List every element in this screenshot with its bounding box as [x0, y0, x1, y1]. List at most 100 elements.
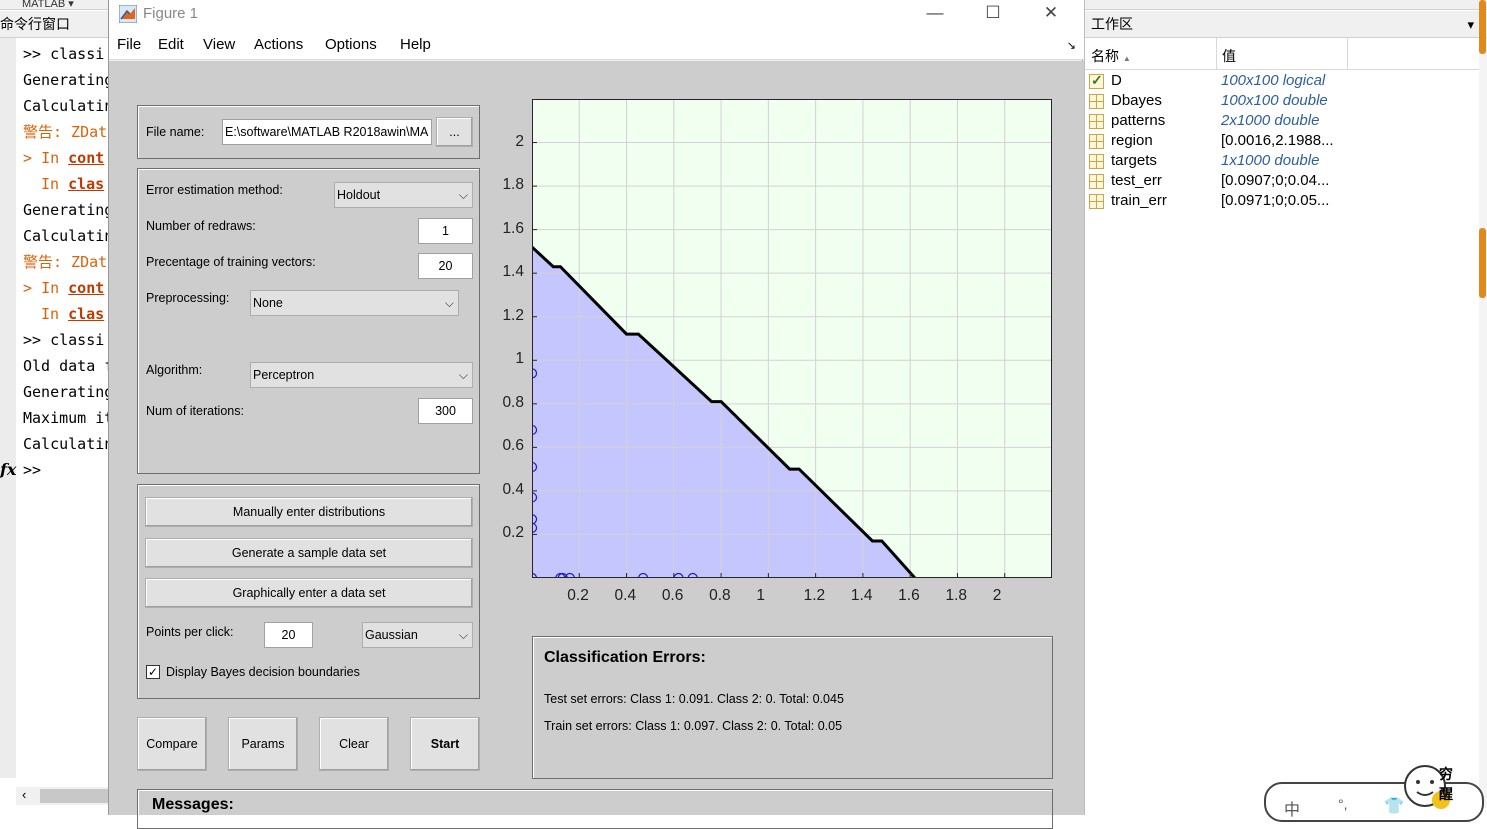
dock-icon[interactable]: ↘ — [1067, 39, 1076, 52]
start-button[interactable]: Start — [410, 717, 480, 771]
x-tick-label: 0.6 — [661, 587, 684, 604]
test-errors-text: Test set errors: Class 1: 0.091. Class 2… — [544, 692, 844, 706]
browse-button[interactable]: ... — [436, 117, 473, 147]
workspace-vertical-scrollbar[interactable] — [1479, 0, 1487, 808]
file-name-input[interactable]: E:\software\MATLAB R2018awin\MA — [222, 119, 432, 145]
command-line-link[interactable]: cont — [68, 149, 104, 167]
manual-distributions-button[interactable]: Manually enter distributions — [145, 497, 473, 527]
redraws-label: Number of redraws: — [146, 219, 256, 233]
file-panel: File name: E:\software\MATLAB R2018awin\… — [137, 105, 480, 159]
scroll-indicator-top[interactable] — [1479, 0, 1486, 54]
figure-menubar: File Edit View Actions Options Help ↘ — [109, 30, 1084, 60]
variable-name: region — [1111, 132, 1153, 149]
preprocessing-label: Preprocessing: — [146, 291, 230, 305]
command-line: Maximum it — [23, 409, 110, 427]
value-column-header[interactable]: 值 — [1222, 46, 1236, 66]
clear-button[interactable]: Clear — [319, 717, 389, 771]
close-button[interactable]: ✕ — [1028, 0, 1074, 30]
matrix-variable-icon — [1089, 134, 1104, 149]
command-line-link[interactable]: clas — [68, 305, 104, 323]
name-column-header[interactable]: 名称 ▲ — [1091, 46, 1131, 66]
workspace-row[interactable]: ✓ D 100x100 logical — [1085, 72, 1480, 92]
command-horizontal-scrollbar[interactable]: ‹ — [16, 787, 110, 805]
command-line[interactable]: > In cont — [23, 278, 110, 298]
scroll-indicator-middle[interactable] — [1479, 228, 1486, 298]
workspace-row[interactable]: region [0.0016,2.1988... — [1085, 132, 1480, 152]
checkmark-icon: ✓ — [147, 665, 159, 679]
expand-arrow-icon[interactable]: > — [23, 149, 32, 167]
command-line: Generating — [23, 383, 110, 401]
figure-window: Figure 1 — ☐ ✕ File Edit View Actions Op… — [108, 0, 1084, 829]
menu-edit[interactable]: Edit — [158, 36, 184, 53]
command-line: Generating — [23, 71, 110, 89]
distribution-select[interactable]: Gaussian ⌵ — [362, 622, 473, 648]
y-tick-label: 0.4 — [502, 480, 524, 498]
command-line-prefix: In — [41, 149, 69, 167]
menu-file[interactable]: File — [117, 36, 141, 53]
ime-punct-label[interactable]: °, — [1338, 796, 1348, 812]
iterations-input[interactable]: 300 — [418, 398, 473, 424]
y-tick-label: 1.8 — [502, 176, 524, 194]
points-per-click-input[interactable]: 20 — [264, 622, 313, 648]
x-tick-label: 1 — [756, 587, 765, 604]
x-tick-label: 1.2 — [803, 587, 826, 604]
chevron-down-icon: ⌵ — [458, 368, 468, 382]
bayes-checkbox[interactable]: ✓ — [146, 665, 160, 679]
command-window-header[interactable]: 命令行窗口 — [0, 11, 110, 38]
y-tick-label: 1.2 — [502, 306, 524, 324]
column-divider[interactable] — [1216, 38, 1217, 70]
x-tick-label: 0.2 — [567, 587, 589, 604]
command-line-link[interactable]: clas — [68, 175, 104, 193]
algorithm-select[interactable]: Perceptron ⌵ — [250, 362, 473, 388]
workspace-column-header: 名称 ▲ 值 — [1085, 38, 1480, 70]
minimize-button[interactable]: — — [912, 0, 958, 30]
matrix-variable-icon — [1089, 94, 1104, 109]
y-tick-label: 0.6 — [502, 437, 524, 455]
decision-plot[interactable] — [532, 99, 1052, 578]
menu-options[interactable]: Options — [325, 36, 377, 53]
ime-mascot[interactable]: 穷醒 — [1403, 760, 1455, 810]
logical-variable-icon: ✓ — [1089, 72, 1104, 89]
command-line[interactable]: > In cont — [23, 148, 110, 168]
training-percentage-input[interactable]: 20 — [418, 253, 473, 279]
scroll-thumb[interactable] — [40, 789, 110, 803]
ime-mode-label[interactable]: 中 — [1284, 796, 1300, 820]
compare-button[interactable]: Compare — [137, 717, 207, 771]
figure-titlebar[interactable]: Figure 1 — ☐ ✕ — [109, 0, 1084, 30]
fx-icon[interactable]: fx — [0, 460, 16, 479]
x-tick-label: 0.8 — [709, 587, 731, 604]
workspace-row[interactable]: test_err [0.0907;0;0.04... — [1085, 172, 1480, 192]
command-line[interactable]: In clas — [23, 174, 110, 194]
generate-dataset-button[interactable]: Generate a sample data set — [145, 538, 473, 568]
messages-panel: Messages: — [137, 789, 1053, 829]
workspace-row[interactable]: targets 1x1000 double — [1085, 152, 1480, 172]
menu-actions[interactable]: Actions — [254, 36, 303, 53]
errors-title: Classification Errors: — [544, 649, 706, 666]
command-line-link[interactable]: cont — [68, 279, 104, 297]
workspace-row[interactable]: Dbayes 100x100 double — [1085, 92, 1480, 112]
graphical-dataset-button[interactable]: Graphically enter a data set — [145, 578, 473, 608]
ime-skin-icon[interactable]: 👕 — [1384, 796, 1404, 816]
preprocessing-select[interactable]: None ⌵ — [250, 290, 459, 316]
redraws-input[interactable]: 1 — [418, 218, 473, 244]
y-tick-label: 0.8 — [502, 393, 524, 411]
command-line[interactable]: In clas — [23, 304, 110, 324]
menu-help[interactable]: Help — [400, 36, 431, 53]
scroll-left-icon[interactable]: ‹ — [22, 787, 26, 802]
workspace-title: 工作区 — [1091, 16, 1133, 32]
error-method-select[interactable]: Holdout ⌵ — [334, 182, 473, 208]
column-divider[interactable] — [1347, 38, 1348, 70]
maximize-button[interactable]: ☐ — [970, 0, 1016, 30]
matlab-title-strip: MATLAB ▾ — [0, 0, 110, 10]
y-tick-label: 0.2 — [502, 524, 524, 542]
menu-view[interactable]: View — [203, 36, 235, 53]
variable-name: targets — [1111, 152, 1157, 169]
options-panel: Error estimation method: Holdout ⌵ Number… — [137, 168, 480, 474]
expand-arrow-icon[interactable]: > — [23, 279, 32, 297]
figure-canvas: File name: E:\software\MATLAB R2018awin\… — [109, 61, 1084, 829]
workspace-row[interactable]: patterns 2x1000 double — [1085, 112, 1480, 132]
workspace-row[interactable]: train_err [0.0971;0;0.05... — [1085, 192, 1480, 212]
workspace-header[interactable]: 工作区 ▾ — [1085, 11, 1487, 38]
workspace-menu-icon[interactable]: ▾ — [1467, 11, 1474, 38]
params-button[interactable]: Params — [228, 717, 298, 771]
